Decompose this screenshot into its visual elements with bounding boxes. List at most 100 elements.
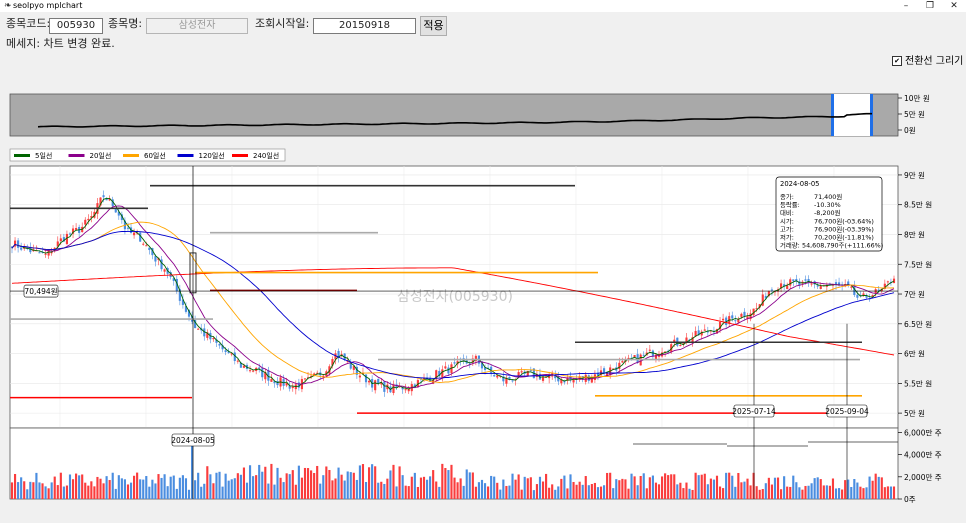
volume-bar	[383, 483, 386, 499]
candle-body	[270, 379, 273, 382]
volume-panel[interactable]: 6,000만 주 4,000만 주 2,000만 주 0주	[9, 427, 942, 504]
volume-bar	[239, 474, 242, 499]
volume-bar	[456, 482, 459, 499]
volume-bar	[422, 476, 426, 499]
volume-bar	[129, 482, 133, 499]
candle-body	[740, 313, 743, 317]
stock-chart[interactable]: 10만 원 5만 원 0원 5일선 20일선 60일선 120일선 240일선 9만 원 8.…	[0, 72, 966, 523]
price-tick-label: 8.5만 원	[904, 201, 932, 210]
legend: 5일선 20일선 60일선 120일선 240일선	[9, 148, 286, 162]
minimize-button[interactable]: –	[896, 0, 916, 12]
volume-bar	[868, 476, 871, 499]
volume-bar	[862, 488, 865, 499]
candle-body	[770, 289, 773, 291]
title-bar: ❧ seolpyo mplchart – ❐ ✕	[0, 0, 966, 12]
volume-bar	[712, 479, 716, 499]
volume-bar	[313, 472, 316, 499]
candle-body	[252, 370, 255, 372]
code-input[interactable]: 005930	[49, 18, 103, 34]
candle-body	[654, 354, 658, 359]
candle-body	[261, 368, 264, 378]
volume-bar	[340, 474, 343, 499]
volume-bar	[407, 486, 410, 499]
volume-bar	[651, 475, 654, 499]
volume-bar	[294, 484, 297, 499]
volume-bar	[114, 488, 117, 499]
volume-bar	[267, 483, 270, 499]
volume-bar	[26, 489, 29, 499]
candle-body	[786, 285, 789, 290]
candle-body	[17, 240, 20, 248]
volume-bar	[764, 483, 767, 499]
volume-bar	[776, 477, 780, 499]
candle-body	[258, 367, 261, 369]
volume-bar	[108, 480, 111, 499]
date-marker-label: 2025-09-04	[825, 407, 869, 416]
volume-bar	[850, 486, 853, 499]
maximize-button[interactable]: ❐	[920, 0, 940, 12]
volume-bar	[752, 472, 755, 499]
close-button[interactable]: ✕	[944, 0, 964, 12]
transition-line-checkbox[interactable]: ✔ 전환선 그리기	[892, 56, 963, 68]
volume-bar	[596, 487, 600, 499]
info-value: 70,200원(-11.81%)	[814, 233, 874, 242]
volume-bar	[105, 476, 108, 499]
volume-bar	[413, 472, 416, 499]
volume-bar	[740, 482, 743, 499]
volume-bar	[871, 480, 874, 499]
volume-bar	[624, 479, 627, 499]
volume-bar	[703, 473, 706, 499]
apply-button[interactable]: 적용	[420, 16, 447, 36]
volume-bar	[566, 488, 569, 499]
candle-body	[810, 283, 813, 285]
candle-body	[642, 354, 645, 356]
volume-bar	[581, 484, 584, 499]
price-tick-label: 6.5만 원	[904, 320, 932, 329]
volume-bar	[203, 483, 206, 499]
volume-bar	[615, 479, 618, 499]
status-message: 메세지: 차트 변경 완료.	[6, 37, 115, 50]
volume-bar	[667, 475, 670, 499]
candle-body	[20, 247, 23, 250]
volume-bar	[889, 486, 893, 499]
volume-bar	[453, 477, 456, 499]
volume-bar	[352, 472, 355, 499]
volume-bar	[474, 486, 477, 499]
volume-bar	[377, 482, 380, 499]
info-value: -8,200원	[814, 208, 841, 217]
overview-panel[interactable]: 10만 원 5만 원 0원	[9, 93, 930, 137]
volume-bar	[136, 472, 139, 499]
candle-body	[444, 366, 447, 369]
volume-bar	[749, 485, 752, 499]
price-tick-label: 7만 원	[904, 290, 925, 299]
volume-bar	[819, 479, 822, 499]
legend-label: 120일선	[199, 151, 225, 160]
candle-body	[856, 294, 859, 298]
volume-bar	[154, 483, 157, 499]
volume-bar	[514, 479, 517, 499]
volume-bar	[822, 485, 825, 499]
volume-bar	[844, 480, 847, 499]
volume-bar	[804, 485, 807, 499]
volume-bar	[792, 475, 795, 499]
volume-bar	[374, 466, 377, 499]
candle-body	[84, 219, 87, 225]
volume-bar	[551, 484, 554, 499]
volume-bar	[75, 473, 78, 499]
candle-body	[383, 381, 386, 392]
volume-bar	[181, 475, 184, 499]
volume-bar	[224, 473, 227, 499]
volume-bar	[593, 482, 596, 499]
volume-bar	[47, 488, 50, 499]
volume-bar	[166, 486, 169, 499]
volume-bar	[505, 485, 508, 499]
candle-body	[734, 320, 737, 322]
price-tick-label: 5.5만 원	[904, 379, 932, 388]
volume-bar	[761, 489, 764, 499]
candle-body	[160, 259, 163, 270]
candle-body	[886, 281, 889, 283]
start-date-input[interactable]: 20150918	[313, 18, 416, 34]
volume-bar	[10, 482, 14, 499]
volume-bar	[731, 475, 734, 499]
volume-bar	[187, 489, 191, 499]
